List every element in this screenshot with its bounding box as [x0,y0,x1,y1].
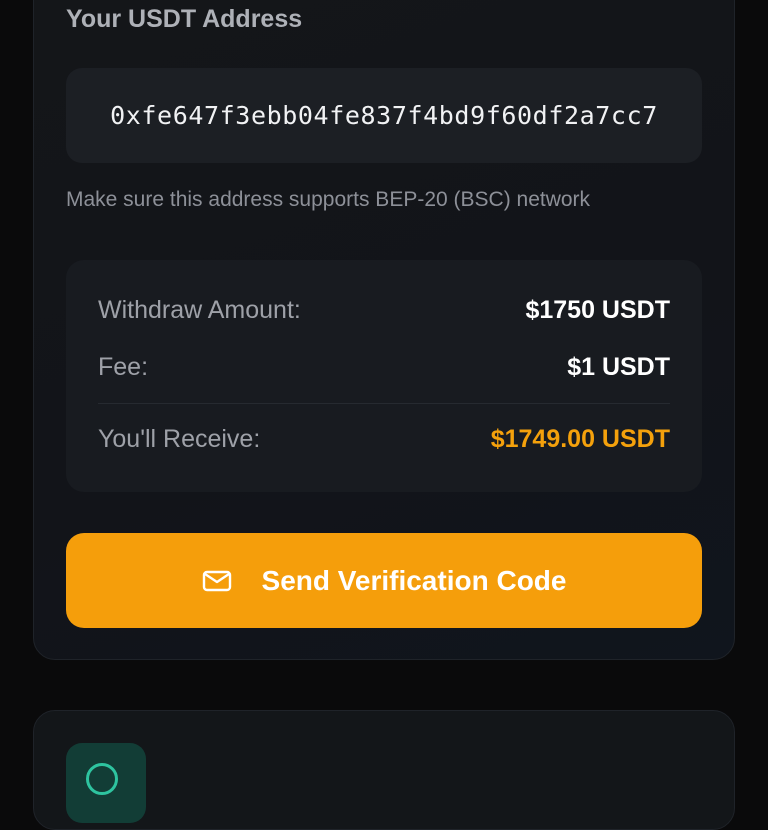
withdraw-amount-row: Withdraw Amount: $1750 USDT [98,290,670,330]
address-label: Your USDT Address [66,5,303,33]
receive-label: You'll Receive: [98,424,261,453]
summary-divider [98,403,670,404]
secondary-card-icon [66,743,146,823]
usdt-address-field[interactable]: 0xfe647f3ebb04fe837f4bd9f60df2a7cc7 [66,68,702,163]
fee-row: Fee: $1 USDT [98,347,670,387]
secondary-card [33,710,735,830]
usdt-address-value: 0xfe647f3ebb04fe837f4bd9f60df2a7cc7 [110,101,658,130]
send-verification-code-label: Send Verification Code [261,564,567,596]
receive-value: $1749.00 USDT [490,424,670,453]
withdraw-amount-value: $1750 USDT [525,295,670,324]
withdraw-amount-label: Withdraw Amount: [98,295,301,324]
receive-row: You'll Receive: $1749.00 USDT [98,419,670,459]
fee-label: Fee: [98,352,149,381]
fee-value: $1 USDT [567,352,670,381]
withdraw-summary: Withdraw Amount: $1750 USDT Fee: $1 USDT… [66,260,702,492]
send-verification-code-button[interactable]: Send Verification Code [66,533,702,628]
mail-icon [202,569,232,593]
network-hint: Make sure this address supports BEP-20 (… [66,188,591,211]
